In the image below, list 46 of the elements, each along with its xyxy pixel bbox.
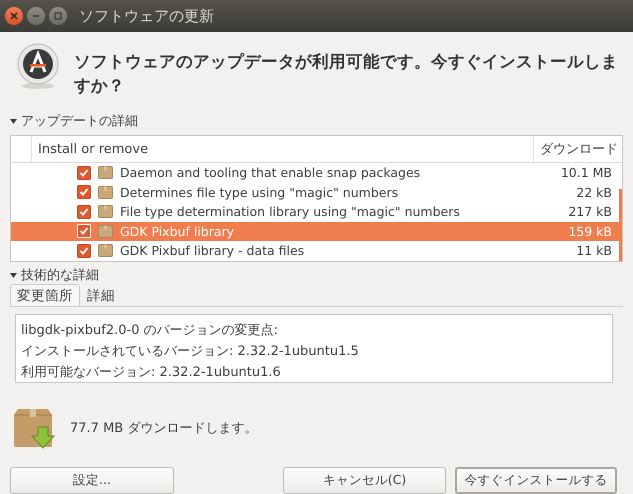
close-icon[interactable]	[5, 7, 23, 25]
package-icon	[98, 224, 113, 238]
changelog-line: libgdk-pixbuf2.0-0 のバージョンの変更点:	[21, 322, 279, 340]
package-name: File type determination library using "magic" numbers	[120, 204, 461, 220]
package-icon	[98, 186, 113, 199]
package-download-icon	[12, 407, 56, 449]
updater-icon	[16, 42, 60, 90]
checkbox[interactable]	[77, 166, 91, 180]
dialog-button[interactable]: キャンセル(C)	[283, 467, 446, 494]
package-name: GDK Pixbuf library	[120, 224, 236, 239]
dialog-button[interactable]: 今すぐインストールする	[455, 467, 617, 494]
window-title: ソフトウェアの更新	[79, 6, 214, 26]
expander-label: 技術的な詳細	[21, 267, 99, 284]
update-row[interactable]: File type determination library using "magic" numbers 217 kB	[11, 202, 622, 222]
expander-arrow-icon	[10, 118, 17, 124]
download-size-text: 77.7 MB ダウンロードします。	[70, 420, 258, 437]
package-name: GDK Pixbuf library - data files	[120, 243, 306, 258]
package-icon	[98, 244, 113, 258]
package-icon	[98, 205, 113, 218]
minimize-icon[interactable]	[27, 7, 45, 25]
heading: ソフトウェアのアップデータが利用可能です。今すぐインストールしますか？	[74, 51, 619, 97]
scrollbar[interactable]	[619, 189, 622, 261]
package-size: 217 kB	[568, 204, 613, 220]
changelog-line: 利用可能なバージョン: 2.32.2-1ubuntu1.6	[21, 364, 282, 382]
package-name: Daemon and tooling that enable snap packages	[120, 165, 422, 180]
dialog-button[interactable]: 設定...	[10, 467, 174, 494]
package-icon	[98, 166, 113, 180]
column-header[interactable]: ダウンロード	[534, 136, 622, 162]
tab[interactable]: 詳細	[80, 284, 122, 306]
package-size: 22 kB	[576, 184, 613, 200]
update-row[interactable]: GDK Pixbuf library - data files 11 kB	[11, 241, 622, 260]
package-size: 159 kB	[568, 224, 613, 239]
changelog-line: インストールされているバージョン: 2.32.2-1ubuntu1.5	[21, 343, 360, 361]
update-row[interactable]: Determines file type using "magic" numbers 22 kB	[11, 182, 622, 202]
tab[interactable]: 変更箇所	[10, 284, 80, 306]
checkbox[interactable]	[77, 244, 91, 258]
package-size: 10.1 MB	[560, 165, 613, 180]
checkbox[interactable]	[77, 204, 91, 219]
expander-arrow-icon	[10, 272, 17, 278]
update-row[interactable]: Daemon and tooling that enable snap packages 10.1 MB	[11, 163, 622, 182]
maximize-icon[interactable]	[49, 7, 67, 25]
column-header[interactable]: Install or remove	[32, 136, 534, 162]
technical-expander[interactable]: 技術的な詳細	[10, 266, 99, 284]
package-name: Determines file type using "magic" numbers	[120, 184, 400, 200]
package-size: 11 kB	[576, 243, 613, 258]
checkbox[interactable]	[77, 185, 91, 200]
